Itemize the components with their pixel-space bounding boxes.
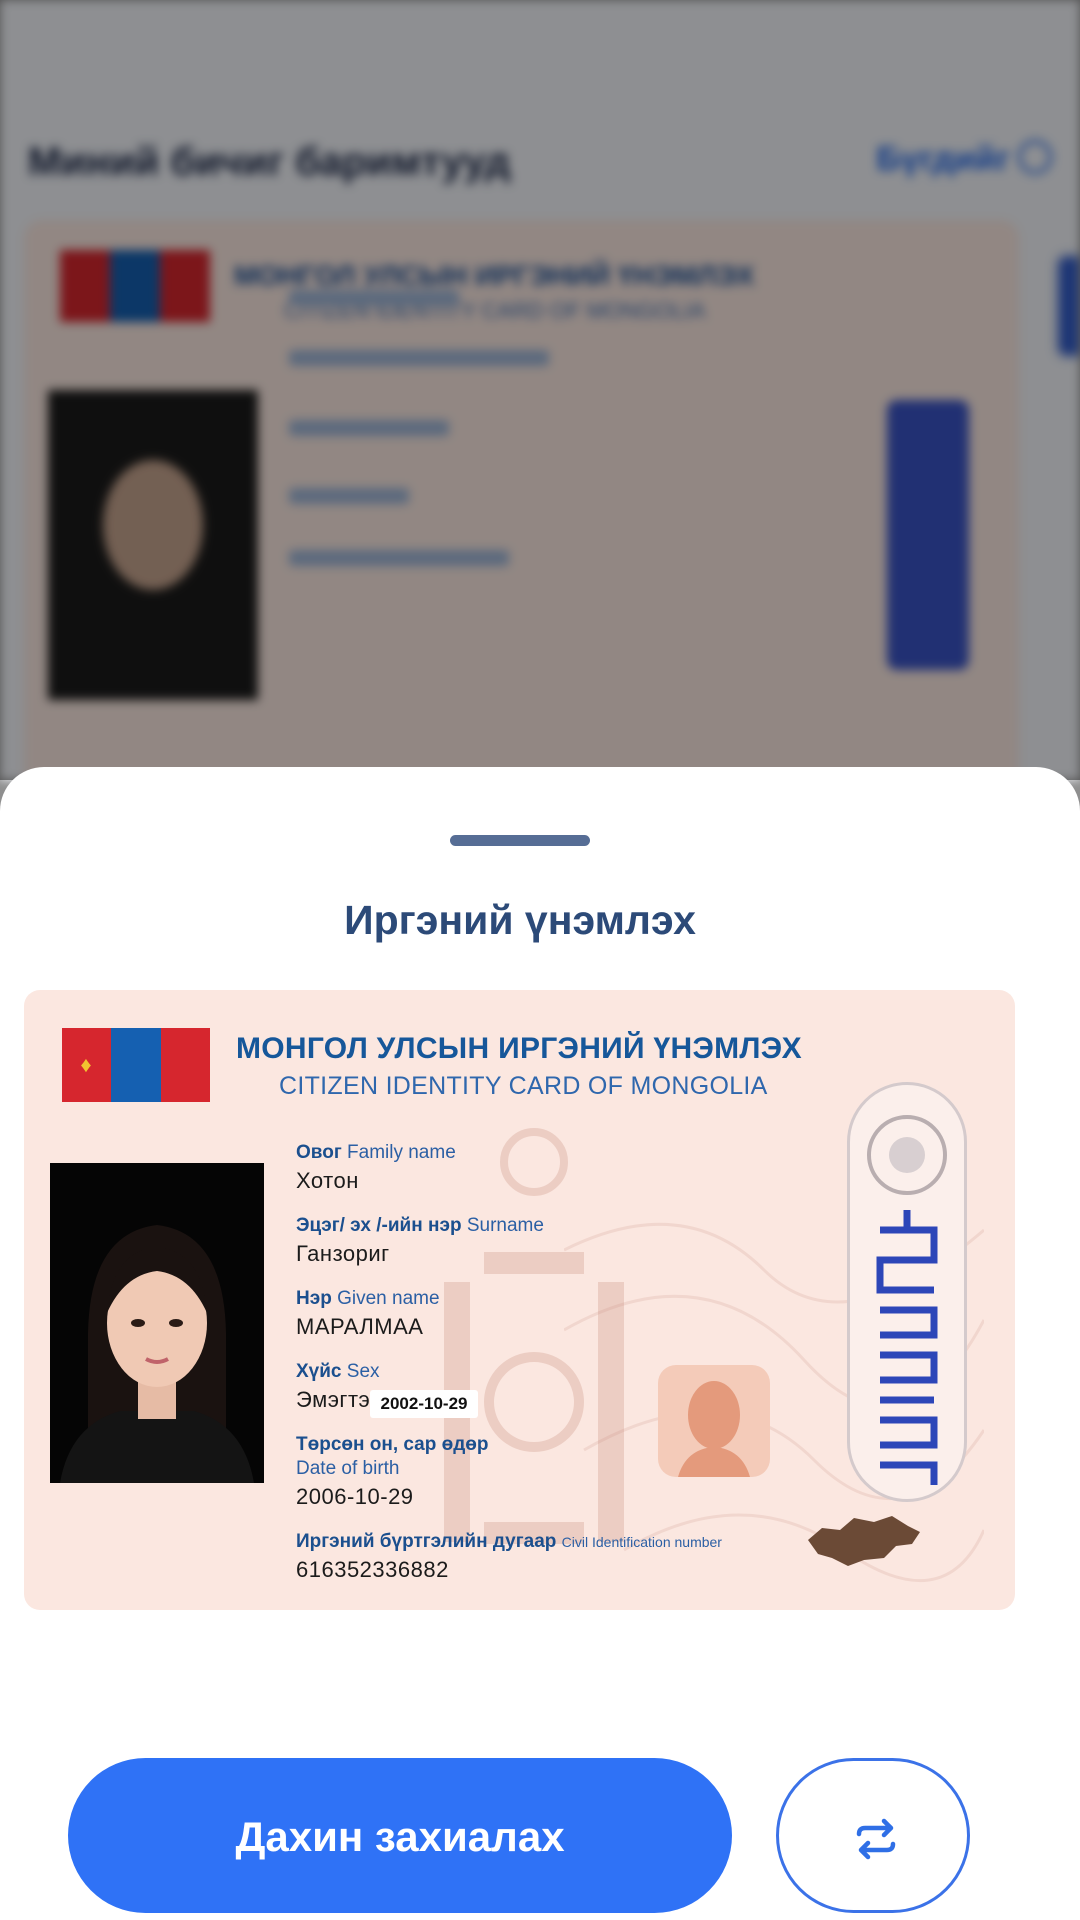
civil-id-label: Иргэний бүртгэлийн дугаар Civil Identifi… (296, 1531, 722, 1552)
sheet-drag-handle[interactable] (450, 835, 590, 846)
birth-date-label-mn: Төрсөн он, сар өдөр (296, 1434, 489, 1455)
soyombo-icon: ♦ (80, 1052, 92, 1077)
ghost-portrait (658, 1365, 770, 1477)
surname-value: Ганзориг (296, 1241, 390, 1266)
given-name-label: Нэр Given name (296, 1288, 440, 1309)
given-name-value: МАРАЛМАА (296, 1314, 424, 1339)
portrait-photo (50, 1163, 264, 1483)
dim-overlay[interactable] (0, 0, 1080, 780)
mongolian-script-panel (847, 1082, 967, 1502)
mongolia-flag: ♦ (62, 1028, 210, 1102)
family-name-value: Хотон (296, 1168, 359, 1193)
civil-id-value: 616352336882 (296, 1557, 449, 1582)
citizen-id-card: ♦ МОНГОЛ УЛСЫН ИРГЭНИЙ ҮНЭМЛЭХ CITIZEN I… (24, 990, 1015, 1610)
bottom-sheet: Иргэний үнэмлэх ♦ МОНГОЛ УЛСЫН ИРГЭНИЙ Ү… (0, 767, 1080, 1920)
sex-label: Хүйс Sex (296, 1361, 380, 1382)
swap-icon (856, 1818, 896, 1860)
birth-date-value: 2006-10-29 (296, 1484, 414, 1509)
sheet-title: Иргэний үнэмлэх (344, 897, 696, 943)
reorder-button[interactable]: Дахин захиалах (68, 1758, 732, 1913)
birth-date-label-en: Date of birth (296, 1458, 400, 1479)
card-title: МОНГОЛ УЛСЫН ИРГЭНИЙ ҮНЭМЛЭХ (236, 1032, 802, 1065)
soyombo-watermark (444, 1128, 624, 1544)
mongolia-map-icon (808, 1516, 920, 1566)
family-name-label: Овог Family name (296, 1142, 456, 1163)
surname-label: Эцэг/ эх /-ийн нэр Surname (296, 1215, 544, 1236)
card-subtitle: CITIZEN IDENTITY CARD OF MONGOLIA (279, 1072, 768, 1100)
overlay-date-sticker: 2002-10-29 (370, 1390, 478, 1418)
swap-button[interactable] (776, 1758, 970, 1913)
